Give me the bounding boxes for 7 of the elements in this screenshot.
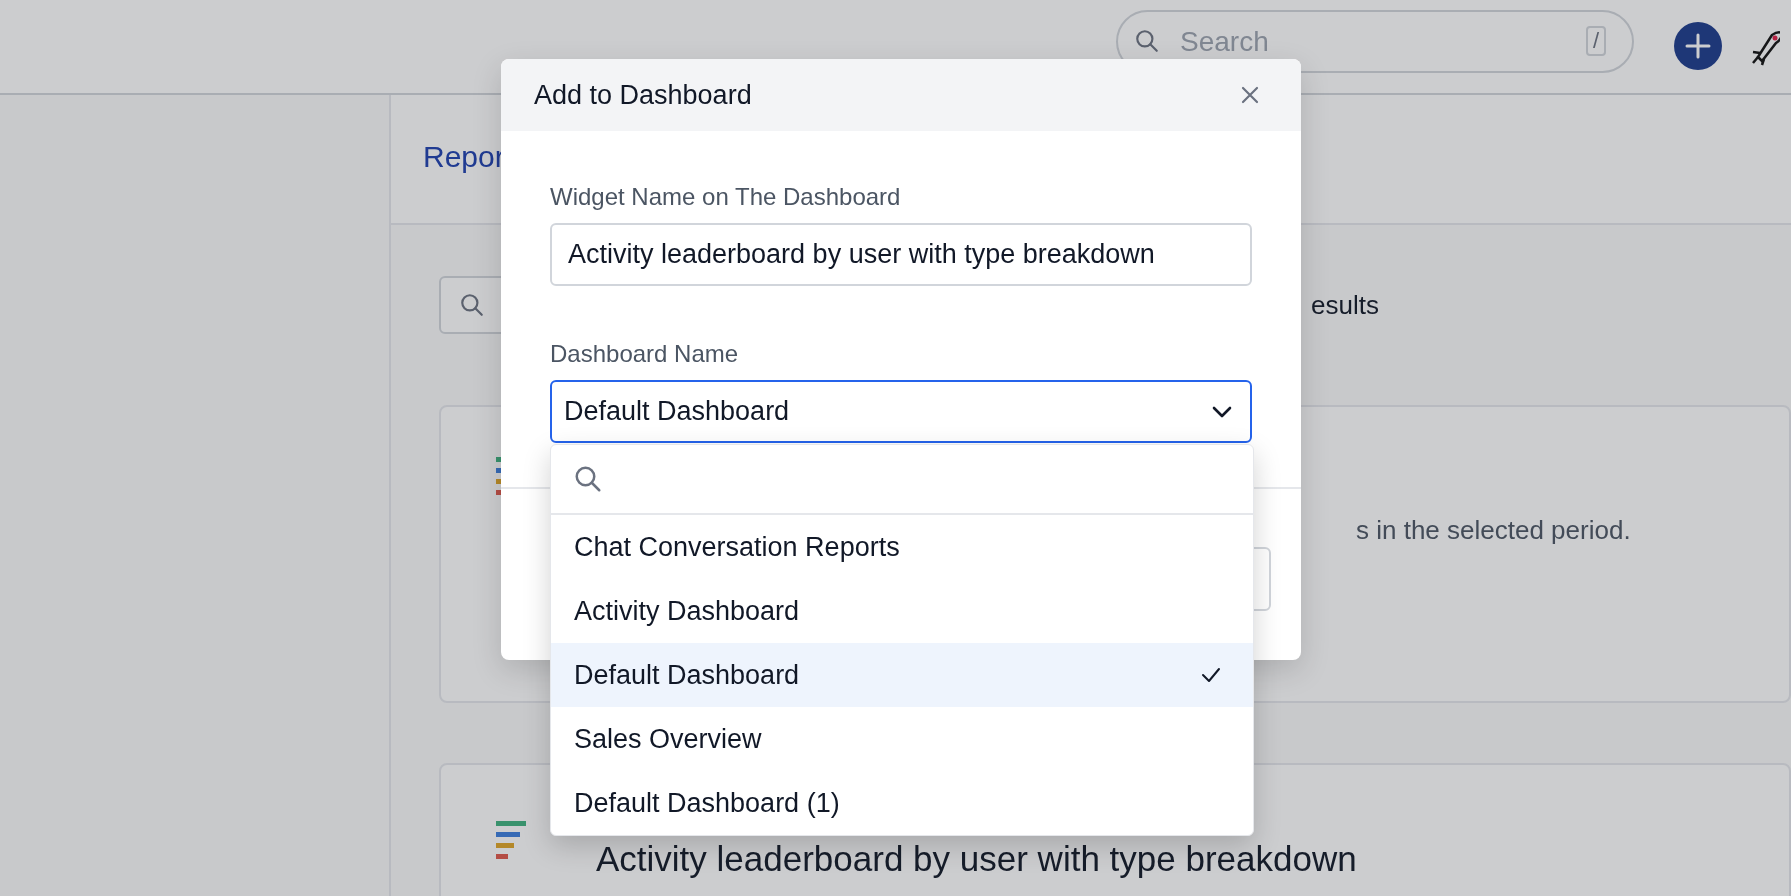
card-title: Activity leaderboard by user with type breakdown: [596, 838, 1357, 880]
results-count: esults: [1311, 289, 1379, 321]
card-description: s in the selected period.: [1356, 515, 1631, 546]
field-label: Dashboard Name: [550, 340, 740, 368]
dialog-title: Add to Dashboard: [534, 79, 752, 111]
field-label: Widget Name on The Dashboard: [550, 183, 902, 211]
shortcut-key: /: [1585, 26, 1606, 56]
